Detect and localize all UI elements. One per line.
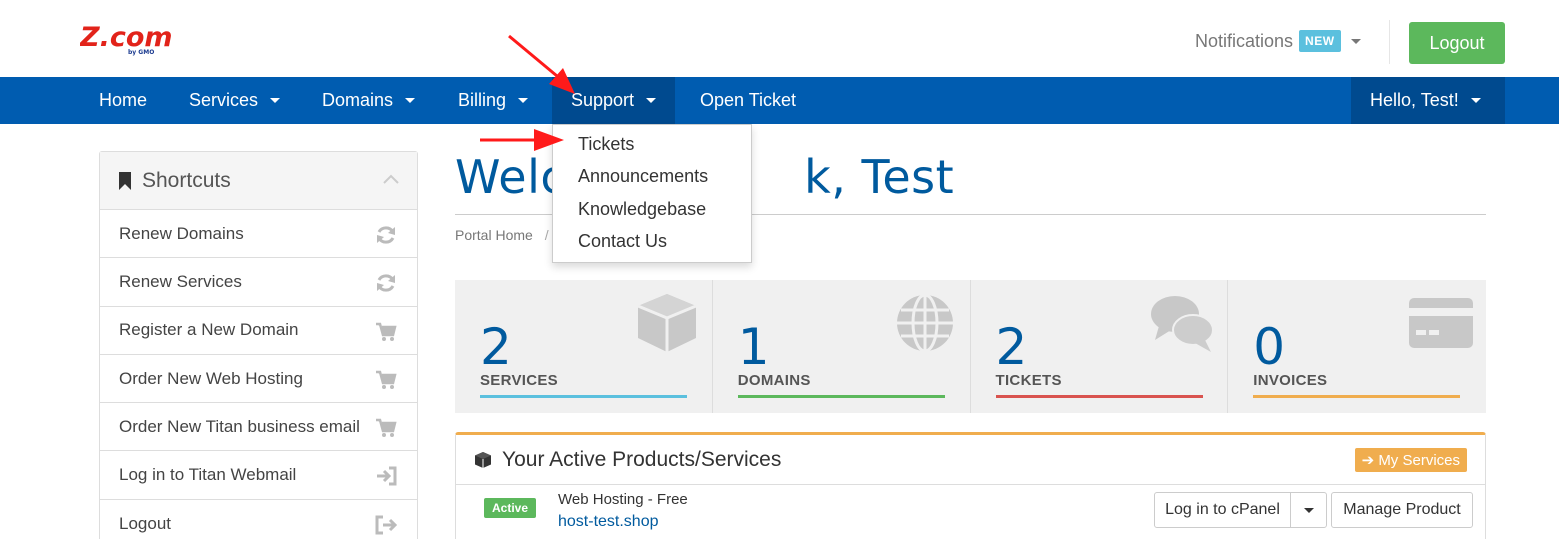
chevron-down-icon xyxy=(1350,38,1361,44)
nav-label: Home xyxy=(99,90,148,110)
cart-icon xyxy=(376,370,397,389)
nav-label: Services xyxy=(189,90,259,110)
invoices-accent-bar xyxy=(1253,395,1461,398)
sign-out-icon xyxy=(375,515,397,535)
nav-user-menu[interactable]: Hello, Test! xyxy=(1351,77,1505,124)
globe-icon xyxy=(896,293,953,353)
tile-services[interactable]: 2 SERVICES xyxy=(455,280,713,413)
services-count: 2 xyxy=(480,318,512,376)
support-dropdown-menu: Tickets Announcements Knowledgebase Cont… xyxy=(552,124,752,263)
services-label: SERVICES xyxy=(480,372,558,389)
sidebar-item-order-web-hosting[interactable]: Order New Web Hosting xyxy=(100,355,417,404)
sidebar-item-titan-webmail[interactable]: Log in to Titan Webmail xyxy=(100,451,417,500)
breadcrumb-home[interactable]: Portal Home xyxy=(455,227,533,243)
annotation-arrow-icon xyxy=(480,129,564,151)
arrow-right-icon: ➔ xyxy=(1361,452,1375,469)
sidebar-title: Shortcuts xyxy=(142,168,231,192)
cube-icon xyxy=(637,294,697,352)
sidebar-header[interactable]: Shortcuts xyxy=(100,152,417,210)
nav-home[interactable]: Home xyxy=(99,77,147,124)
refresh-icon xyxy=(377,226,395,244)
comments-icon xyxy=(1151,296,1215,352)
nav-label: Domains xyxy=(322,90,394,110)
tile-invoices[interactable]: 0 INVOICES xyxy=(1228,280,1486,413)
sidebar-item-label: Renew Services xyxy=(119,271,242,291)
sidebar-item-order-titan-email[interactable]: Order New Titan business email xyxy=(100,403,417,452)
zcom-logo[interactable]: Z.com by GMO xyxy=(79,22,210,56)
sidebar-item-label: Order New Web Hosting xyxy=(119,368,303,388)
refresh-icon xyxy=(377,274,395,292)
nav-label: Open Ticket xyxy=(700,90,797,110)
nav-services[interactable]: Services xyxy=(189,77,281,124)
bookmark-icon xyxy=(119,171,131,190)
user-greeting: Hello, Test! xyxy=(1370,90,1459,110)
dropdown-item-tickets[interactable]: Tickets xyxy=(578,134,634,155)
panel-header: Your Active Products/Services ➔ My Servi… xyxy=(456,435,1485,485)
sidebar-item-label: Logout xyxy=(119,513,171,533)
sign-in-icon xyxy=(377,466,397,486)
chevron-down-icon xyxy=(270,98,281,103)
nav-open-ticket[interactable]: Open Ticket xyxy=(700,77,796,124)
domains-count: 1 xyxy=(737,318,770,376)
product-domain-link[interactable]: host-test.shop xyxy=(558,513,659,531)
sidebar-item-renew-domains[interactable]: Renew Domains xyxy=(100,210,417,259)
sidebar-item-label: Order New Titan business email xyxy=(119,416,360,436)
stats-tiles: 2 SERVICES 1 DOMAINS 2 TICKETS 0 INVOICE… xyxy=(455,280,1486,413)
breadcrumb-separator: / xyxy=(544,227,549,243)
sidebar-item-logout[interactable]: Logout xyxy=(100,500,417,539)
login-cpanel-button[interactable]: Log in to cPanel xyxy=(1154,492,1291,528)
dropdown-item-contact-us[interactable]: Contact Us xyxy=(578,231,667,252)
my-services-button[interactable]: ➔ My Services xyxy=(1354,448,1467,472)
product-name: Web Hosting - Free xyxy=(558,491,688,508)
panel-title: Your Active Products/Services xyxy=(502,447,782,471)
notifications-label: Notifications xyxy=(1195,30,1294,51)
tickets-count: 2 xyxy=(995,318,1028,376)
chevron-up-icon[interactable] xyxy=(383,174,399,184)
nav-label: Billing xyxy=(458,90,507,110)
notifications-new-badge: NEW xyxy=(1299,30,1341,52)
chevron-down-icon xyxy=(646,98,657,103)
chevron-down-icon xyxy=(1470,98,1481,103)
logout-button[interactable]: Logout xyxy=(1409,22,1505,64)
manage-product-button[interactable]: Manage Product xyxy=(1331,492,1473,528)
domains-label: DOMAINS xyxy=(737,372,811,389)
tickets-label: TICKETS xyxy=(995,372,1062,389)
sidebar-item-label: Log in to Titan Webmail xyxy=(119,465,297,485)
my-services-label: My Services xyxy=(1378,452,1460,469)
logo-sub: by GMO xyxy=(128,49,154,56)
logo-wordmark: Z.com xyxy=(80,22,173,53)
shortcuts-sidebar: Shortcuts Renew Domains Renew Services R… xyxy=(99,151,418,539)
sidebar-item-label: Renew Domains xyxy=(119,223,244,243)
header-divider xyxy=(1389,20,1390,64)
invoices-count: 0 xyxy=(1253,318,1286,376)
credit-card-icon xyxy=(1409,298,1473,348)
top-header: Z.com by GMO Notifications NEW Logout xyxy=(0,0,1559,77)
dropdown-item-announcements[interactable]: Announcements xyxy=(578,166,708,187)
chevron-down-icon xyxy=(1303,507,1314,513)
tile-domains[interactable]: 1 DOMAINS xyxy=(713,280,971,413)
sidebar-item-register-domain[interactable]: Register a New Domain xyxy=(100,307,417,355)
annotation-arrow-icon xyxy=(508,34,575,94)
tile-tickets[interactable]: 2 TICKETS xyxy=(971,280,1229,413)
sidebar-item-label: Register a New Domain xyxy=(119,320,299,340)
status-badge: Active xyxy=(484,498,537,518)
chevron-down-icon xyxy=(405,98,416,103)
invoices-label: INVOICES xyxy=(1253,372,1328,389)
breadcrumb: Portal Home / xyxy=(455,227,549,243)
main-navbar: Home Services Domains Billing Support Op… xyxy=(0,77,1559,124)
cart-icon xyxy=(376,418,397,438)
domains-accent-bar xyxy=(737,395,945,398)
table-row[interactable]: Active Web Hosting - Free host-test.shop… xyxy=(456,485,1485,539)
cube-icon xyxy=(475,451,491,468)
notifications-menu[interactable]: Notifications NEW xyxy=(1195,30,1361,52)
dropdown-item-knowledgebase[interactable]: Knowledgebase xyxy=(578,199,706,220)
nav-domains[interactable]: Domains xyxy=(322,77,416,124)
login-cpanel-dropdown-toggle[interactable] xyxy=(1290,492,1327,528)
services-accent-bar xyxy=(480,395,687,398)
sidebar-item-renew-services[interactable]: Renew Services xyxy=(100,258,417,307)
tickets-accent-bar xyxy=(995,395,1203,398)
cart-icon xyxy=(376,322,397,341)
active-products-panel: Your Active Products/Services ➔ My Servi… xyxy=(455,432,1486,539)
